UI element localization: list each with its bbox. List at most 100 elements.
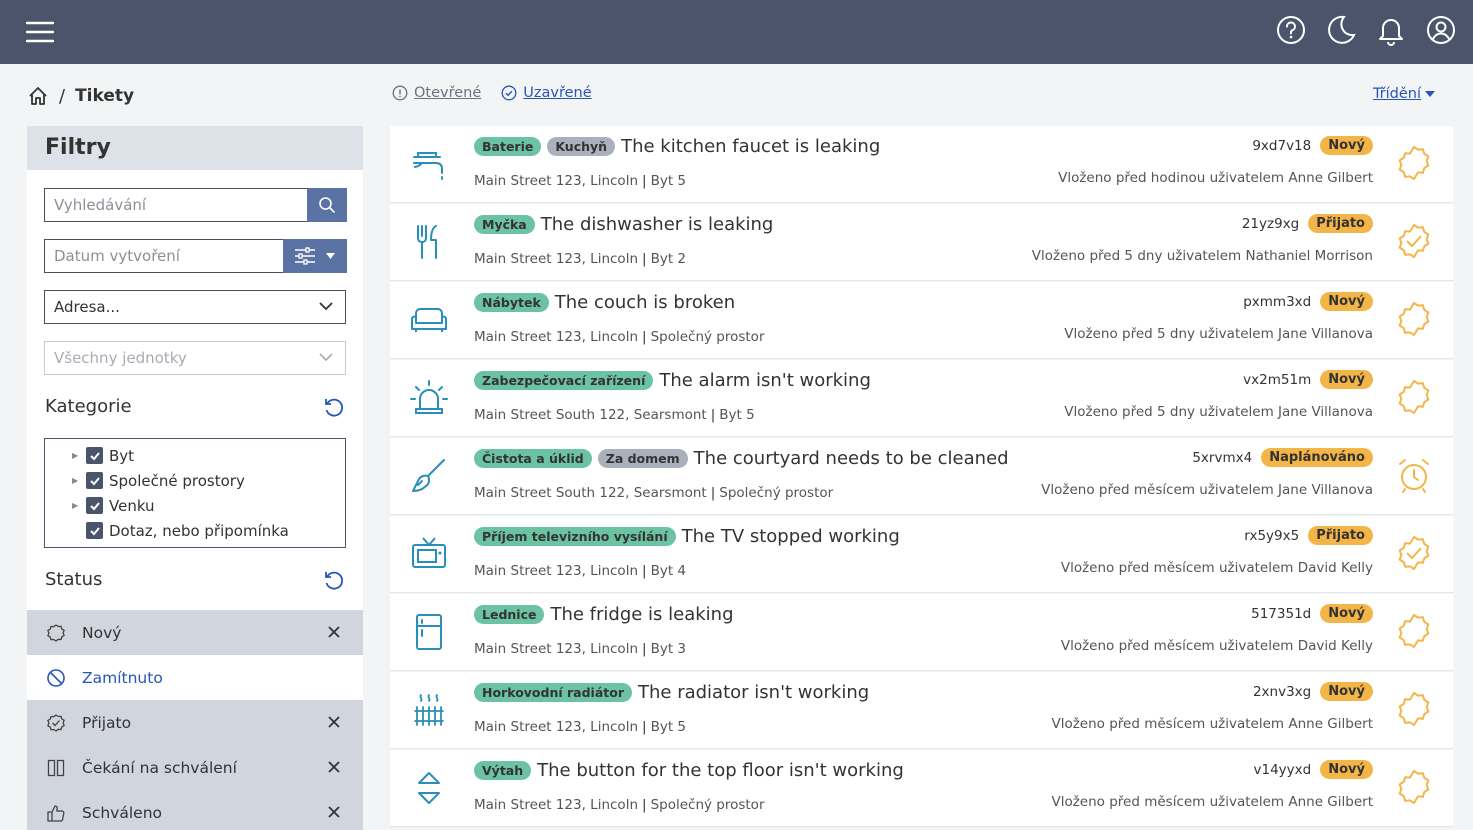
date-created-field[interactable]: Datum vytvoření bbox=[44, 238, 347, 273]
category-tag: Zabezpečovací zařízení bbox=[474, 371, 654, 390]
remove-icon[interactable] bbox=[325, 713, 343, 731]
expand-arrow-icon[interactable]: ▶ bbox=[72, 451, 86, 460]
checkbox[interactable] bbox=[86, 522, 103, 539]
divider: | bbox=[642, 173, 647, 189]
category-item-venku[interactable]: ▶ Venku bbox=[45, 493, 345, 518]
ticket-title[interactable]: The button for the top floor isn't worki… bbox=[537, 760, 904, 781]
bell-icon[interactable] bbox=[1375, 14, 1407, 46]
home-icon[interactable] bbox=[27, 85, 49, 107]
new-icon bbox=[1395, 612, 1433, 650]
address-text: Main Street South 122, Searsmont bbox=[474, 485, 707, 501]
tab-open[interactable]: Otevřené bbox=[392, 85, 481, 101]
ticket-heading: Horkovodní radiátor The radiator isn't wo… bbox=[474, 682, 869, 703]
status-filter-approved[interactable]: Schváleno bbox=[27, 790, 363, 830]
user-icon[interactable] bbox=[1425, 14, 1457, 46]
ticket-id-status: 9xd7v18 Nový bbox=[1252, 136, 1373, 155]
checkbox[interactable] bbox=[86, 497, 103, 514]
pause-columns-icon bbox=[45, 757, 67, 779]
search-icon bbox=[318, 196, 335, 213]
fridge-icon bbox=[408, 611, 450, 653]
help-icon[interactable] bbox=[1275, 14, 1307, 46]
search-input[interactable]: Vyhledávání bbox=[44, 187, 347, 222]
tab-closed[interactable]: Uzavřené bbox=[501, 85, 592, 101]
unit-text: Byt 5 bbox=[719, 407, 755, 423]
ticket-heading: Myčka The dishwasher is leaking bbox=[474, 214, 773, 235]
accepted-status-icon bbox=[45, 712, 67, 734]
date-filter-button[interactable] bbox=[282, 238, 347, 273]
status-filter-new[interactable]: Nový bbox=[27, 610, 363, 655]
category-title: Kategorie bbox=[45, 396, 132, 417]
divider: | bbox=[642, 641, 647, 657]
expand-arrow-icon[interactable]: ▶ bbox=[72, 476, 86, 485]
checkbox[interactable] bbox=[86, 472, 103, 489]
status-filter-accepted[interactable]: Přijato bbox=[27, 700, 363, 745]
reset-category-icon[interactable] bbox=[323, 396, 345, 418]
chevron-down-icon bbox=[319, 302, 333, 311]
remove-icon[interactable] bbox=[325, 803, 343, 821]
breadcrumb: / Tikety bbox=[27, 84, 134, 108]
ticket-title[interactable]: The courtyard needs to be cleaned bbox=[694, 448, 1009, 469]
date-placeholder: Datum vytvoření bbox=[54, 247, 180, 265]
search-button[interactable] bbox=[306, 187, 347, 222]
unit-text: Byt 5 bbox=[650, 173, 686, 189]
category-tag: Čistota a úklid bbox=[474, 449, 592, 468]
sort-dropdown[interactable]: Třídění bbox=[1373, 86, 1435, 102]
ticket-title[interactable]: The kitchen faucet is leaking bbox=[621, 136, 880, 157]
checkbox[interactable] bbox=[86, 447, 103, 464]
ticket-title[interactable]: The couch is broken bbox=[555, 292, 735, 313]
ticket-title[interactable]: The radiator isn't working bbox=[638, 682, 869, 703]
alarm-light-icon bbox=[408, 377, 450, 419]
ticket-title[interactable]: The TV stopped working bbox=[682, 526, 900, 547]
chevron-down-icon bbox=[319, 353, 333, 362]
ticket-code: rx5y9x5 bbox=[1244, 527, 1300, 544]
menu-icon[interactable] bbox=[25, 18, 55, 46]
ticket-address: Main Street 123, Lincoln | Byt 4 bbox=[474, 563, 686, 579]
ticket-meta: Vloženo před měsícem uživatelem Jane Vil… bbox=[1041, 482, 1373, 498]
remove-icon[interactable] bbox=[325, 758, 343, 776]
ticket-row[interactable]: Čistota a úklid Za domem The courtyard nee… bbox=[390, 438, 1453, 515]
category-tag: Myčka bbox=[474, 215, 535, 234]
ticket-heading: Lednice The fridge is leaking bbox=[474, 604, 734, 625]
status-filter-awaiting-approval[interactable]: Čekání na schválení bbox=[27, 745, 363, 790]
expand-arrow-icon[interactable]: ▶ bbox=[72, 501, 86, 510]
category-label: Dotaz, nebo připomínka bbox=[109, 521, 289, 540]
ticket-row[interactable]: Nábytek The couch is broken Main Street 12… bbox=[390, 282, 1453, 359]
address-text: Main Street 123, Lincoln bbox=[474, 251, 638, 267]
category-item-spolecne-prostory[interactable]: ▶ Společné prostory bbox=[45, 468, 345, 493]
status-label: Nový bbox=[82, 623, 122, 642]
ticket-meta: Vloženo před 5 dny uživatelem Jane Villa… bbox=[1064, 326, 1373, 342]
address-text: Main Street 123, Lincoln bbox=[474, 329, 638, 345]
ticket-address: Main Street South 122, Searsmont | Byt 5 bbox=[474, 407, 755, 423]
status-filter-rejected[interactable]: Zamítnuto bbox=[27, 655, 363, 700]
ticket-row[interactable]: Lednice The fridge is leaking Main Street … bbox=[390, 594, 1453, 671]
tab-closed-label: Uzavřené bbox=[523, 85, 592, 101]
ticket-title[interactable]: The dishwasher is leaking bbox=[541, 214, 774, 235]
ticket-title[interactable]: The alarm isn't working bbox=[659, 370, 871, 391]
category-tag: Lednice bbox=[474, 605, 545, 624]
reset-status-icon[interactable] bbox=[323, 569, 345, 591]
unit-text: Byt 4 bbox=[650, 563, 686, 579]
ticket-row[interactable]: Horkovodní radiátor The radiator isn't wo… bbox=[390, 672, 1453, 749]
ticket-title[interactable]: The fridge is leaking bbox=[550, 604, 733, 625]
units-select[interactable]: Všechny jednotky bbox=[44, 341, 346, 375]
category-item-dotaz[interactable]: Dotaz, nebo připomínka bbox=[45, 518, 345, 543]
status-badge: Nový bbox=[1320, 604, 1373, 623]
accepted-icon bbox=[1395, 222, 1433, 260]
new-icon bbox=[1395, 768, 1433, 806]
ticket-row[interactable]: Výtah The button for the top floor isn't … bbox=[390, 750, 1453, 827]
ticket-row[interactable]: Příjem televizního vysílání The TV stoppe… bbox=[390, 516, 1453, 593]
filters-panel: Filtry Vyhledávání Datum vytvoření Adres… bbox=[27, 126, 363, 830]
unit-text: Společný prostor bbox=[650, 329, 765, 345]
ticket-row[interactable]: Baterie Kuchyň The kitchen faucet is leaki… bbox=[390, 126, 1453, 203]
ticket-id-status: rx5y9x5 Přijato bbox=[1244, 526, 1373, 545]
unit-text: Společný prostor bbox=[719, 485, 834, 501]
category-label: Byt bbox=[109, 446, 135, 465]
caret-down-icon bbox=[1425, 91, 1435, 97]
address-select[interactable]: Adresa... bbox=[44, 290, 346, 324]
remove-icon[interactable] bbox=[325, 623, 343, 641]
units-value: Všechny jednotky bbox=[54, 349, 187, 367]
ticket-row[interactable]: Myčka The dishwasher is leaking Main Stree… bbox=[390, 204, 1453, 281]
category-item-byt[interactable]: ▶ Byt bbox=[45, 443, 345, 468]
ticket-row[interactable]: Zabezpečovací zařízení The alarm isn't wo… bbox=[390, 360, 1453, 437]
moon-icon[interactable] bbox=[1325, 14, 1357, 46]
